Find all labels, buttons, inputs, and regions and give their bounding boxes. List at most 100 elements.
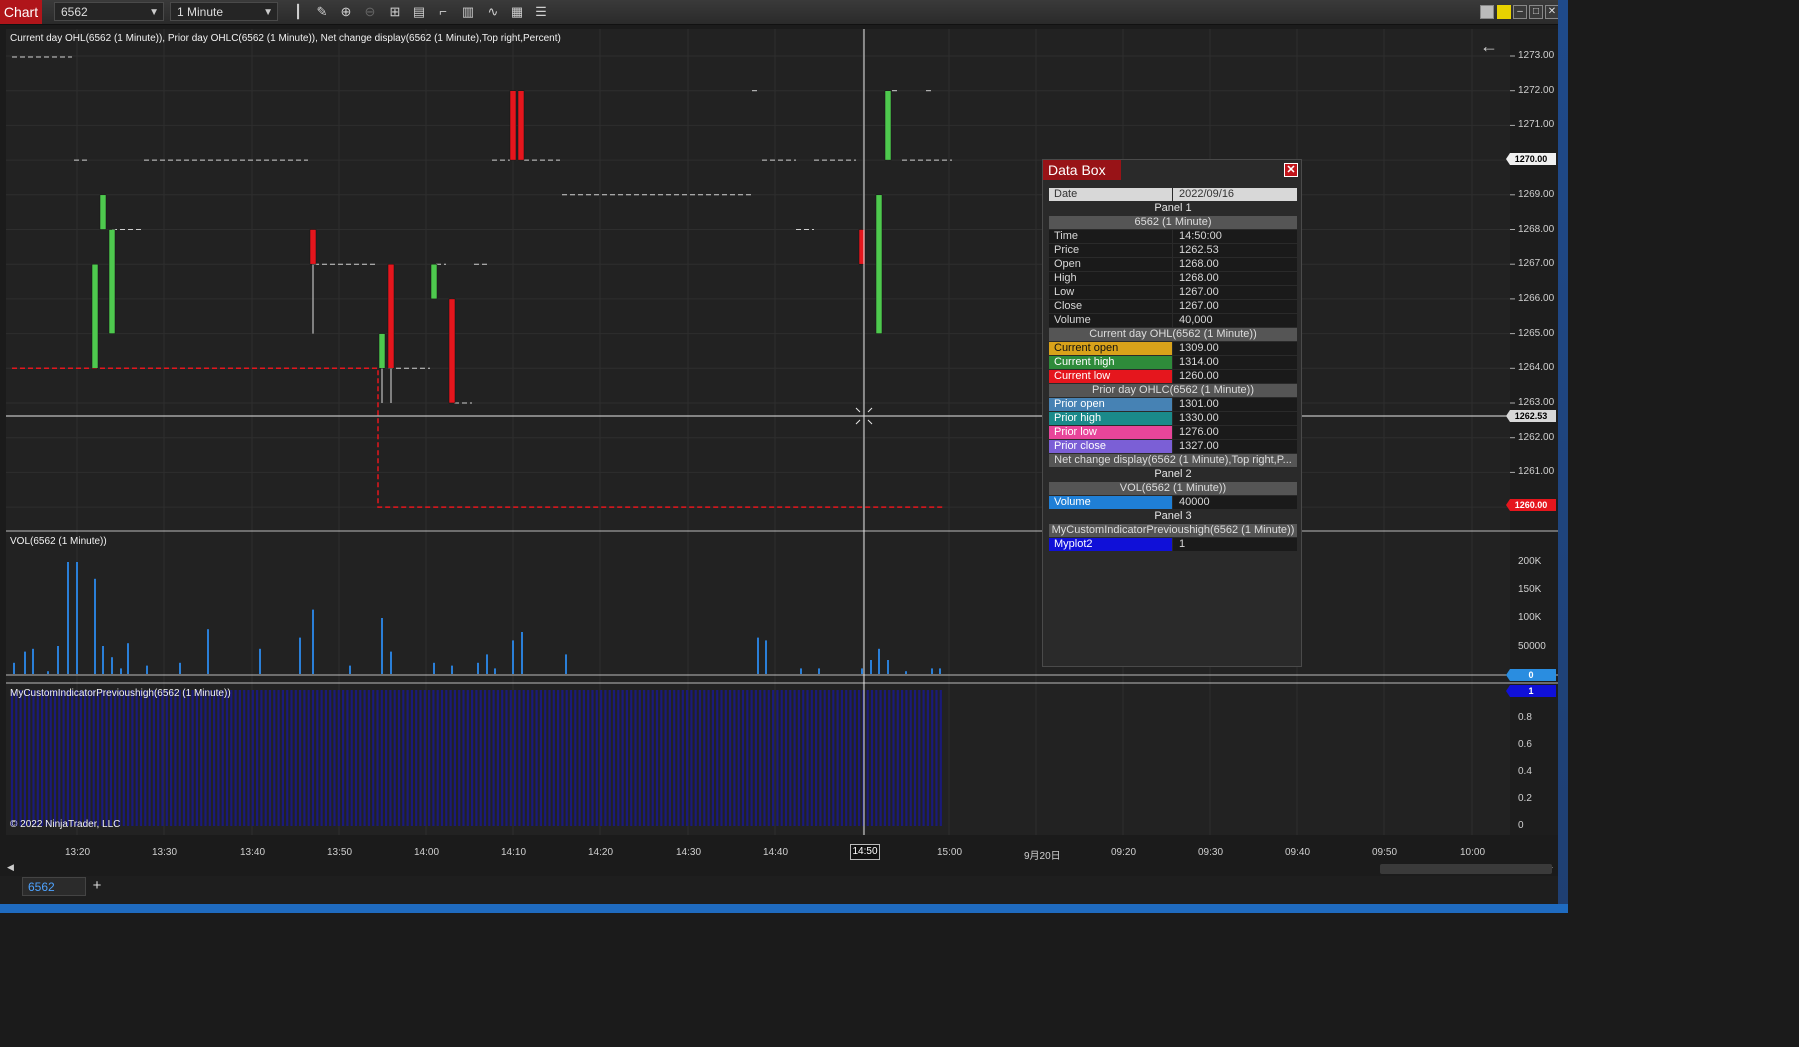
data-box-value: 14:50:00 bbox=[1173, 230, 1297, 243]
price-panel-label: Current day OHL(6562 (1 Minute)), Prior … bbox=[10, 33, 561, 44]
candle-body bbox=[875, 194, 883, 334]
data-box-panel-label: Panel 3 bbox=[1154, 510, 1192, 522]
data-box-row: Low 1267.00 bbox=[1049, 286, 1297, 299]
data-box-row: High 1268.00 bbox=[1049, 272, 1297, 285]
horizontal-scroll-bar[interactable]: ◀ ▶ bbox=[0, 862, 1558, 876]
data-box-row: Current open 1309.00 bbox=[1049, 342, 1297, 355]
data-box-section-header: Current day OHL(6562 (1 Minute)) bbox=[1049, 328, 1297, 341]
data-box-key: Open bbox=[1049, 258, 1172, 271]
data-box-row: Open 1268.00 bbox=[1049, 258, 1297, 271]
time-tick-label: 13:20 bbox=[65, 847, 91, 858]
scroll-left-icon[interactable]: ◀ bbox=[7, 862, 14, 873]
back-arrow-icon[interactable]: ← bbox=[1480, 37, 1498, 55]
data-box-value: 2022/09/16 bbox=[1173, 188, 1297, 201]
data-box-row: Myplot2 1 bbox=[1049, 538, 1297, 551]
data-box-key: Close bbox=[1049, 300, 1172, 313]
candle-body bbox=[309, 229, 317, 265]
data-box-value: 1309.00 bbox=[1173, 342, 1297, 355]
data-box-value: 1268.00 bbox=[1173, 258, 1297, 271]
data-box-key: Prior low bbox=[1049, 426, 1172, 439]
volume-panel-label: VOL(6562 (1 Minute)) bbox=[10, 536, 107, 547]
data-box-section-header: 6562 (1 Minute) bbox=[1049, 216, 1297, 229]
data-box-row: Prior open 1301.00 bbox=[1049, 398, 1297, 411]
time-tick-label: 13:30 bbox=[152, 847, 178, 858]
chart-canvas[interactable] bbox=[0, 0, 1558, 862]
custom-tick-label: 0.2 bbox=[1518, 793, 1532, 804]
data-box-value: 1267.00 bbox=[1173, 286, 1297, 299]
data-box-row: Volume 40000 bbox=[1049, 496, 1297, 509]
scroll-thumb[interactable] bbox=[1380, 864, 1552, 874]
data-box-key: Myplot2 bbox=[1049, 538, 1172, 551]
candle-body bbox=[108, 229, 116, 334]
price-tick-label: 1267.00 bbox=[1518, 258, 1555, 270]
time-tick-label: 9月20日 bbox=[1024, 851, 1061, 862]
add-tab-button[interactable]: + bbox=[88, 877, 106, 896]
time-tick-label: 09:50 bbox=[1372, 847, 1398, 858]
data-box-row: Price 1262.53 bbox=[1049, 244, 1297, 257]
data-box-key: Price bbox=[1049, 244, 1172, 257]
data-box-value: 1260.00 bbox=[1173, 370, 1297, 383]
time-tick-label: 14:00 bbox=[414, 847, 440, 858]
data-box-value: 1330.00 bbox=[1173, 412, 1297, 425]
price-tick-label: 1263.00 bbox=[1518, 397, 1555, 408]
volume-tick-label: 50000 bbox=[1518, 641, 1546, 652]
data-box-value: 1262.53 bbox=[1173, 244, 1297, 257]
close-icon[interactable]: ✕ bbox=[1284, 163, 1298, 177]
price-tick-label: 1272.00 bbox=[1518, 84, 1555, 96]
candle-body bbox=[517, 90, 525, 161]
data-box-key: Volume bbox=[1049, 496, 1172, 509]
data-box-value: 1301.00 bbox=[1173, 398, 1297, 411]
data-box-row: Time 14:50:00 bbox=[1049, 230, 1297, 243]
data-box-row: Prior low 1276.00 bbox=[1049, 426, 1297, 439]
volume-tick-label: 200K bbox=[1518, 556, 1542, 567]
price-tick-label: 1262.00 bbox=[1518, 431, 1555, 443]
time-tick-label: 14:10 bbox=[501, 847, 527, 858]
data-box-section-header: MyCustomIndicatorPrevioushigh(6562 (1 Mi… bbox=[1049, 524, 1297, 537]
custom-tick-label: 0 bbox=[1518, 820, 1524, 831]
price-tick-label: 1271.00 bbox=[1518, 119, 1555, 131]
data-box-row: Prior close 1327.00 bbox=[1049, 440, 1297, 453]
time-tick-label: 09:30 bbox=[1198, 847, 1224, 858]
candle-body bbox=[378, 333, 386, 369]
data-box-key: Prior open bbox=[1049, 398, 1172, 411]
data-box-row: Prior high 1330.00 bbox=[1049, 412, 1297, 425]
price-tick-label: 1261.00 bbox=[1518, 466, 1555, 478]
data-box-key: Current low bbox=[1049, 370, 1172, 383]
cursor-time-label: 14:50 bbox=[850, 844, 880, 860]
data-box-section-header: VOL(6562 (1 Minute)) bbox=[1049, 482, 1297, 495]
data-box-value: 1268.00 bbox=[1173, 272, 1297, 285]
tab-6562[interactable]: 6562 bbox=[22, 877, 86, 896]
data-box-row: Current low 1260.00 bbox=[1049, 370, 1297, 383]
candle-body bbox=[99, 194, 107, 230]
data-box-key: Volume bbox=[1049, 314, 1172, 327]
data-box-value: 40000 bbox=[1173, 496, 1297, 509]
time-tick-label: 10:00 bbox=[1460, 847, 1486, 858]
data-box-value: 1 bbox=[1173, 538, 1297, 551]
candle-body bbox=[387, 263, 395, 369]
price-tick-label: 1264.00 bbox=[1518, 362, 1555, 374]
data-box-key: High bbox=[1049, 272, 1172, 285]
price-tick-label: 1273.00 bbox=[1518, 50, 1555, 61]
data-box-value: 1267.00 bbox=[1173, 300, 1297, 313]
time-tick-label: 15:00 bbox=[937, 847, 963, 858]
candle-body bbox=[91, 263, 99, 369]
time-tick-label: 13:40 bbox=[240, 847, 266, 858]
data-box-section-header: Prior day OHLC(6562 (1 Minute)) bbox=[1049, 384, 1297, 397]
data-box-key: Current high bbox=[1049, 356, 1172, 369]
time-tick-label: 13:50 bbox=[327, 847, 353, 858]
data-box-key: Prior high bbox=[1049, 412, 1172, 425]
data-box-key: Prior close bbox=[1049, 440, 1172, 453]
data-box-key: Time bbox=[1049, 230, 1172, 243]
candle-body bbox=[884, 90, 892, 161]
data-box-title: Data Box bbox=[1043, 160, 1121, 180]
window-edge bbox=[1558, 0, 1568, 913]
custom-value-tag: 1 bbox=[1506, 685, 1556, 697]
data-box-row: Volume 40,000 bbox=[1049, 314, 1297, 327]
time-tick-label: 14:20 bbox=[588, 847, 614, 858]
data-box-window[interactable]: Data Box ✕ Date 2022/09/16 Panel 1 6562 (1 … bbox=[1042, 159, 1302, 667]
price-tick-label: 1269.00 bbox=[1518, 188, 1555, 200]
data-box-key: Low bbox=[1049, 286, 1172, 299]
data-box-row: Current high 1314.00 bbox=[1049, 356, 1297, 369]
custom-tick-label: 0.4 bbox=[1518, 766, 1532, 777]
data-box-value: 1276.00 bbox=[1173, 426, 1297, 439]
